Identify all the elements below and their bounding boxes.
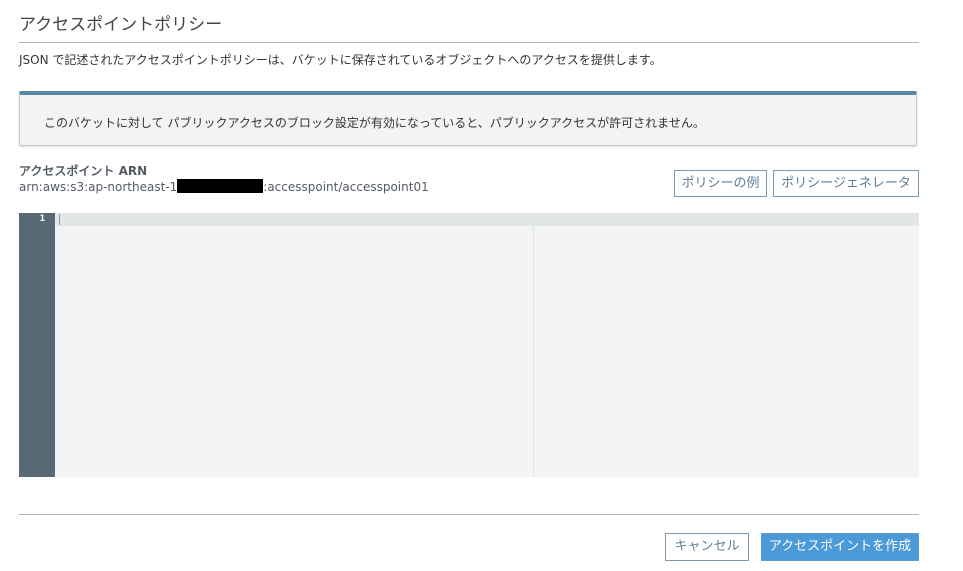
arn-label: アクセスポイント ARN bbox=[19, 164, 148, 178]
policy-editor[interactable]: 1 bbox=[19, 213, 919, 477]
create-access-point-button[interactable]: アクセスポイントを作成 bbox=[761, 533, 919, 561]
cancel-button[interactable]: キャンセル bbox=[665, 533, 749, 561]
policy-generator-button[interactable]: ポリシージェネレータ bbox=[773, 170, 919, 197]
policy-example-button[interactable]: ポリシーの例 bbox=[674, 170, 767, 197]
page-title: アクセスポイントポリシー bbox=[19, 15, 223, 35]
arn-value: arn:aws:s3:ap-northeast-1 :accesspoint/ac… bbox=[19, 179, 429, 194]
arn-suffix: :accesspoint/accesspoint01 bbox=[263, 180, 429, 194]
footer-divider bbox=[19, 514, 919, 515]
editor-print-margin bbox=[533, 213, 534, 477]
arn-prefix: arn:aws:s3:ap-northeast-1 bbox=[19, 180, 178, 194]
editor-cursor bbox=[59, 214, 60, 225]
info-alert: このバケットに対して パブリックアクセスのブロック設定が有効になっていると、パブ… bbox=[19, 91, 917, 146]
editor-active-line bbox=[55, 213, 919, 226]
policy-description: JSON で記述されたアクセスポイントポリシーは、バケットに保存されているオブジ… bbox=[19, 53, 662, 67]
redacted-account-id bbox=[177, 179, 264, 193]
line-number: 1 bbox=[39, 214, 45, 224]
title-divider bbox=[19, 42, 919, 43]
info-alert-text: このバケットに対して パブリックアクセスのブロック設定が有効になっていると、パブ… bbox=[44, 116, 705, 130]
editor-gutter: 1 bbox=[19, 213, 55, 477]
